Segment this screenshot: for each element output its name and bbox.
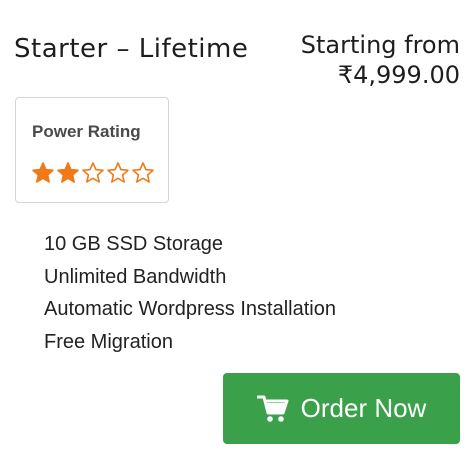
star-empty-icon <box>132 162 154 183</box>
power-rating-card: Power Rating <box>15 97 169 203</box>
shopping-cart-icon <box>256 395 289 422</box>
feature-item: Automatic Wordpress Installation <box>44 298 336 320</box>
price-block: Starting from ₹4,999.00 <box>301 30 460 90</box>
feature-list: 10 GB SSD Storage Unlimited Bandwidth Auto… <box>44 230 336 360</box>
price-prefix: Starting from <box>300 31 460 59</box>
power-rating-label: Power Rating <box>32 122 141 141</box>
feature-item: Free Migration <box>44 330 173 353</box>
star-empty-icon <box>107 162 129 183</box>
star-filled-icon <box>32 162 54 183</box>
feature-item: Unlimited Bandwidth <box>44 265 227 288</box>
star-rating <box>31 161 155 185</box>
price-value: ₹4,999.00 <box>337 61 460 89</box>
star-empty-icon <box>82 162 104 183</box>
star-filled-icon <box>57 162 79 183</box>
order-now-label: Order Now <box>300 393 427 423</box>
plan-title: Starter – Lifetime <box>14 34 249 64</box>
feature-item: 10 GB SSD Storage <box>44 233 223 255</box>
order-now-button[interactable]: Order Now <box>223 373 460 444</box>
